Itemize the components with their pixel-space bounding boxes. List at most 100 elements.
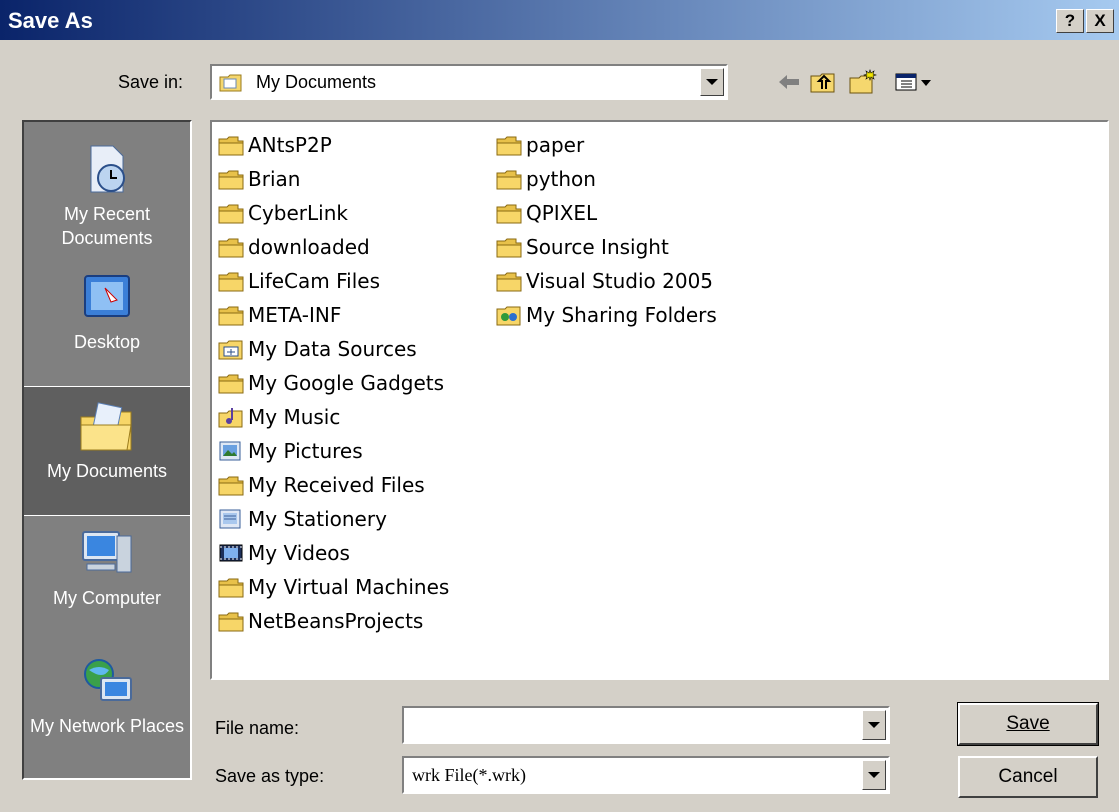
save-in-dropdown-arrow[interactable] <box>700 68 724 96</box>
view-menu-icon[interactable] <box>892 68 936 96</box>
folder-icon <box>218 576 244 598</box>
list-item[interactable]: My Music <box>218 400 449 434</box>
folder-icon <box>496 134 522 156</box>
file-name-text: LifeCam Files <box>248 269 380 293</box>
save-as-dialog: Save As ? X Save in: My Documents My Rec… <box>0 0 1119 812</box>
save-as-type-value: wrk File(*.wrk) <box>412 765 526 785</box>
file-name-text: ANtsP2P <box>248 133 332 157</box>
file-name-text: My Pictures <box>248 439 363 463</box>
file-column-1: ANtsP2P Brian CyberLink downloaded LifeCam F… <box>218 128 449 638</box>
file-name-text: My Google Gadgets <box>248 371 445 395</box>
list-item[interactable]: My Google Gadgets <box>218 366 449 400</box>
file-column-2: paper python QPIXEL Source Insight Visual St… <box>496 128 717 332</box>
place-label: My Recent Documents <box>61 204 153 248</box>
sharing-folders-icon <box>496 304 522 326</box>
data-sources-folder-icon <box>218 338 244 360</box>
list-item[interactable]: My Data Sources <box>218 332 449 366</box>
place-label: Desktop <box>73 332 141 352</box>
cancel-button[interactable]: Cancel <box>958 756 1098 798</box>
list-item[interactable]: downloaded <box>218 230 449 264</box>
place-my-recent-documents[interactable]: My Recent Documents <box>24 130 190 258</box>
file-name-text: NetBeansProjects <box>248 609 424 633</box>
file-name-text: python <box>526 167 596 191</box>
my-documents-icon <box>77 399 137 455</box>
list-item[interactable]: My Sharing Folders <box>496 298 717 332</box>
my-documents-small-icon <box>218 71 244 93</box>
list-item[interactable]: META-INF <box>218 298 449 332</box>
list-item[interactable]: paper <box>496 128 717 162</box>
file-name-combo[interactable] <box>402 706 890 744</box>
list-item[interactable]: CyberLink <box>218 196 449 230</box>
folder-icon <box>218 270 244 292</box>
folder-icon <box>496 168 522 190</box>
my-computer-icon <box>77 526 137 582</box>
list-item[interactable]: My Virtual Machines <box>218 570 449 604</box>
file-name-text: My Videos <box>248 541 350 565</box>
close-button[interactable]: X <box>1086 9 1114 33</box>
file-name-text: My Virtual Machines <box>248 575 450 599</box>
save-as-type-combo[interactable]: wrk File(*.wrk) <box>402 756 890 794</box>
folder-icon <box>218 304 244 326</box>
list-item[interactable]: LifeCam Files <box>218 264 449 298</box>
list-item[interactable]: QPIXEL <box>496 196 717 230</box>
places-bar: My Recent Documents Desktop My Documents… <box>22 120 192 780</box>
folder-icon <box>218 236 244 258</box>
desktop-icon <box>77 270 137 326</box>
file-name-text: My Sharing Folders <box>526 303 717 327</box>
help-button[interactable]: ? <box>1056 9 1084 33</box>
file-name-text: My Received Files <box>248 473 425 497</box>
list-item[interactable]: ANtsP2P <box>218 128 449 162</box>
back-arrow-icon[interactable] <box>774 68 804 96</box>
place-desktop[interactable]: Desktop <box>24 258 190 386</box>
list-item[interactable]: NetBeansProjects <box>218 604 449 638</box>
save-in-label: Save in: <box>118 72 184 92</box>
folder-icon <box>218 474 244 496</box>
up-one-level-icon[interactable] <box>808 68 838 96</box>
list-item[interactable]: Source Insight <box>496 230 717 264</box>
folder-icon <box>496 270 522 292</box>
window-title: Save As <box>8 8 93 33</box>
file-name-text: Visual Studio 2005 <box>526 269 714 293</box>
list-item[interactable]: My Received Files <box>218 468 449 502</box>
save-as-type-dropdown-arrow[interactable] <box>862 760 886 790</box>
file-name-text: paper <box>526 133 585 157</box>
file-name-text: Source Insight <box>526 235 669 259</box>
place-label: My Network Places <box>29 716 185 736</box>
save-button[interactable]: Save <box>957 702 1099 746</box>
pictures-folder-icon <box>218 440 244 462</box>
folder-icon <box>496 202 522 224</box>
place-label: My Documents <box>46 461 168 481</box>
save-in-value: My Documents <box>256 72 377 92</box>
save-as-type-label: Save as type: <box>215 766 325 786</box>
place-my-network-places[interactable]: My Network Places <box>24 642 190 770</box>
save-in-combo[interactable]: My Documents <box>210 64 728 100</box>
file-name-text: META-INF <box>248 303 342 327</box>
file-name-text: My Music <box>248 405 341 429</box>
recent-documents-icon <box>77 142 137 198</box>
list-item[interactable]: My Pictures <box>218 434 449 468</box>
list-item[interactable]: My Videos <box>218 536 449 570</box>
list-item[interactable]: Visual Studio 2005 <box>496 264 717 298</box>
file-name-label: File name: <box>215 718 300 738</box>
place-label: My Computer <box>52 588 162 608</box>
list-item[interactable]: My Stationery <box>218 502 449 536</box>
videos-folder-icon <box>218 542 244 564</box>
file-name-text: downloaded <box>248 235 370 259</box>
folder-icon <box>218 168 244 190</box>
folder-icon <box>218 372 244 394</box>
list-item[interactable]: python <box>496 162 717 196</box>
title-bar[interactable]: Save As ? X <box>0 0 1119 40</box>
file-name-dropdown-arrow[interactable] <box>862 710 886 740</box>
file-list[interactable]: ANtsP2P Brian CyberLink downloaded LifeCam F… <box>210 120 1109 680</box>
music-folder-icon <box>218 406 244 428</box>
place-my-computer[interactable]: My Computer <box>24 514 190 642</box>
folder-icon <box>218 610 244 632</box>
folder-icon <box>218 202 244 224</box>
file-name-text: QPIXEL <box>526 201 598 225</box>
file-name-text: My Stationery <box>248 507 387 531</box>
place-my-documents[interactable]: My Documents <box>24 386 190 516</box>
stationery-folder-icon <box>218 508 244 530</box>
create-new-folder-icon[interactable] <box>848 68 878 96</box>
file-name-text: Brian <box>248 167 301 191</box>
list-item[interactable]: Brian <box>218 162 449 196</box>
